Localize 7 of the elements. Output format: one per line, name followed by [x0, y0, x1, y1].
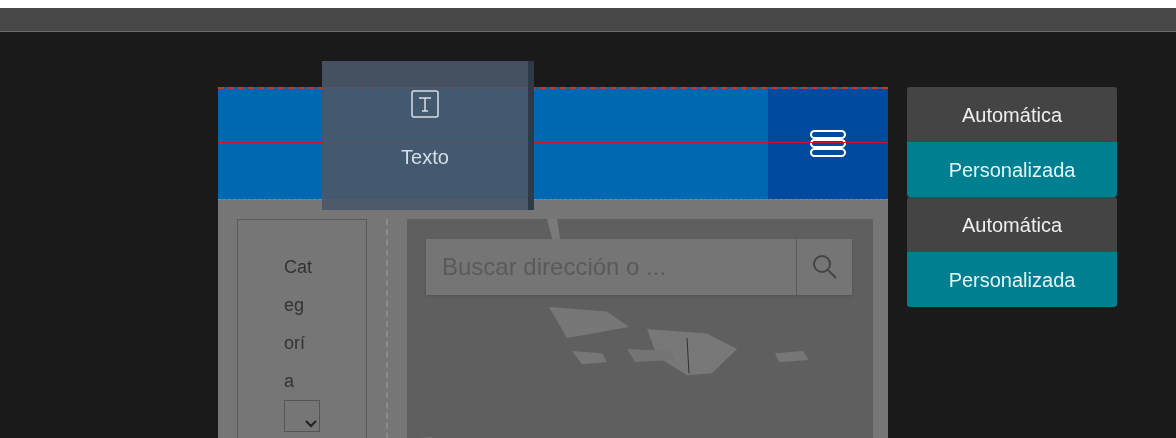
toggle-option[interactable]: Automática: [907, 197, 1117, 252]
toggle-option[interactable]: Personalizada: [907, 252, 1117, 307]
category-label: Categoría: [284, 256, 313, 393]
toggle-option[interactable]: Automática: [907, 87, 1117, 142]
tile-label: Texto: [401, 145, 449, 170]
text-tile[interactable]: Texto: [322, 61, 534, 210]
toggle-option[interactable]: Personalizada: [907, 142, 1117, 197]
